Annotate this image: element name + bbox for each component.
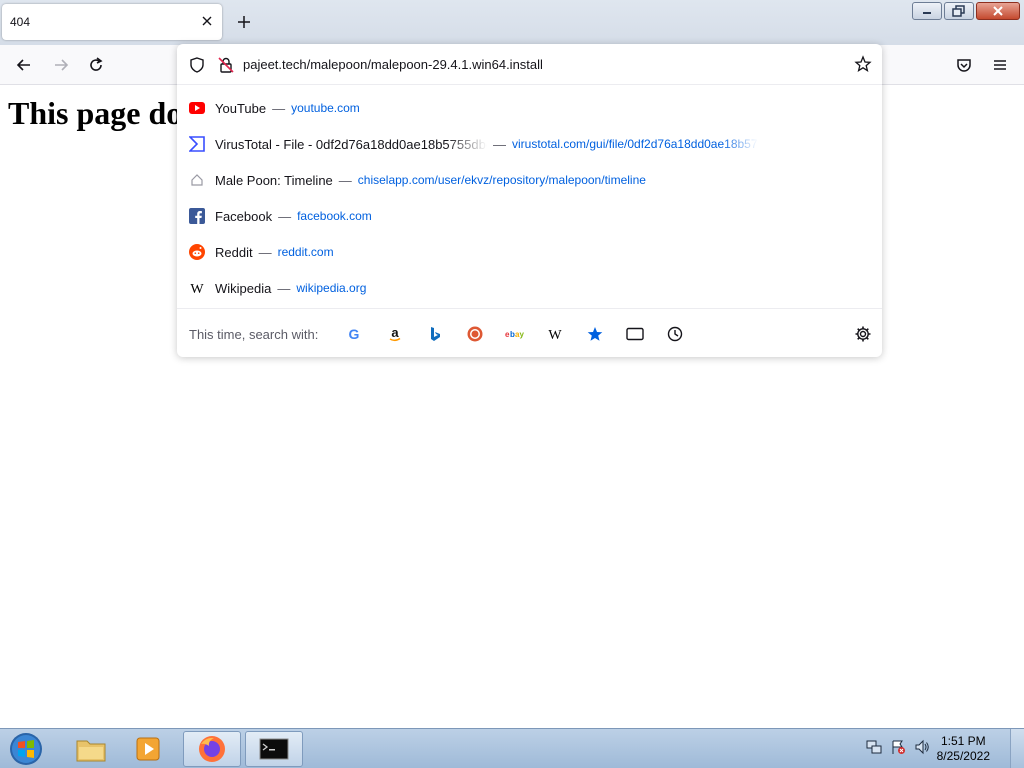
network-icon[interactable] — [866, 739, 882, 755]
suggestion-url: reddit.com — [277, 245, 334, 259]
svg-text:W: W — [548, 328, 562, 342]
suggestion-separator: — — [338, 172, 352, 188]
url-input[interactable]: pajeet.tech/malepoon/malepoon-29.4.1.win… — [243, 57, 543, 72]
virustotal-icon — [189, 136, 205, 152]
suggestion-list: YouTube — youtube.com VirusTotal - File … — [177, 90, 882, 306]
bookmark-star-icon[interactable] — [854, 55, 872, 73]
system-clock[interactable]: 1:51 PM 8/25/2022 — [937, 734, 990, 764]
back-icon[interactable] — [15, 56, 33, 74]
suggestion-title: Facebook — [215, 208, 273, 224]
insecure-lock-icon[interactable] — [217, 56, 235, 74]
suggestion-separator: — — [493, 136, 506, 152]
suggestion-url: youtube.com — [291, 101, 360, 115]
firefox-icon — [199, 736, 225, 762]
suggestion-title: Male Poon: Timeline — [215, 172, 333, 188]
suggestion-url: chiselapp.com/user/ekvz/repository/malep… — [357, 173, 646, 187]
action-center-flag-icon[interactable] — [890, 739, 906, 755]
folder-icon — [76, 740, 106, 762]
taskbar-media-player[interactable] — [120, 731, 178, 767]
svg-text:G: G — [349, 326, 360, 342]
svg-text:y: y — [520, 330, 525, 339]
suggestion-separator: — — [278, 208, 292, 224]
wikipedia-search-icon[interactable]: W — [545, 324, 565, 344]
suggestion-malepoon-timeline[interactable]: Male Poon: Timeline — chiselapp.com/user… — [177, 162, 882, 198]
close-window-button[interactable] — [976, 2, 1020, 20]
suggestion-title: VirusTotal - File - 0df2d76a18dd0ae18b57… — [215, 136, 487, 152]
tab-404[interactable]: 404 — [2, 4, 222, 40]
taskbar-explorer[interactable] — [62, 731, 120, 767]
suggestion-title: YouTube — [215, 100, 267, 116]
tracking-protection-icon[interactable] — [188, 56, 206, 74]
windows-logo-icon — [10, 733, 42, 765]
bing-icon[interactable] — [425, 324, 445, 344]
suggestion-url: facebook.com — [297, 209, 372, 223]
suggestion-separator: — — [277, 280, 291, 296]
reload-icon[interactable] — [87, 56, 105, 74]
bookmarks-star-icon[interactable] — [585, 324, 605, 344]
tab-strip: 404 — [0, 0, 1024, 45]
suggestion-title: Reddit — [215, 244, 253, 260]
history-icon[interactable] — [665, 324, 685, 344]
start-button[interactable] — [6, 732, 46, 766]
command-prompt-icon — [259, 738, 289, 760]
svg-text:a: a — [391, 326, 399, 340]
suggestion-virustotal[interactable]: VirusTotal - File - 0df2d76a18dd0ae18b57… — [177, 126, 882, 162]
pocket-icon[interactable] — [955, 56, 973, 74]
youtube-icon — [189, 100, 205, 116]
clock-time: 1:51 PM — [940, 734, 986, 748]
desktop: 404 This page do pajeet.tech/malepoon/ma… — [0, 0, 1024, 768]
urlbar-dropdown: pajeet.tech/malepoon/malepoon-29.4.1.win… — [177, 44, 882, 357]
forward-icon[interactable] — [52, 56, 70, 74]
tabs-icon[interactable] — [625, 324, 645, 344]
facebook-icon — [189, 208, 205, 224]
suggestion-youtube[interactable]: YouTube — youtube.com — [177, 90, 882, 126]
menu-icon[interactable] — [991, 56, 1009, 74]
suggestion-title: Wikipedia — [215, 280, 272, 296]
minimize-button[interactable] — [912, 2, 942, 20]
minimize-icon — [923, 12, 931, 14]
wikipedia-icon: W — [189, 280, 205, 296]
amazon-icon[interactable]: a — [385, 324, 405, 344]
ebay-icon[interactable]: ebay — [505, 324, 525, 344]
chisel-icon — [189, 172, 205, 188]
suggestion-facebook[interactable]: Facebook — facebook.com — [177, 198, 882, 234]
show-desktop-button[interactable] — [1010, 729, 1024, 768]
taskbar-firefox[interactable] — [183, 731, 241, 767]
suggestion-url: virustotal.com/gui/file/0df2d76a18dd0ae1… — [512, 137, 758, 151]
page-heading: This page do — [8, 95, 183, 131]
media-player-icon — [136, 737, 160, 761]
clock-date: 8/25/2022 — [936, 749, 990, 763]
restore-button[interactable] — [944, 2, 974, 20]
close-tab-icon[interactable] — [200, 14, 214, 28]
one-off-search-bar: This time, search with: G a ebay W — [177, 308, 882, 357]
suggestion-separator: — — [272, 100, 286, 116]
taskbar: 1:51 PM 8/25/2022 — [0, 728, 1024, 768]
suggestion-url: wikipedia.org — [296, 281, 367, 295]
suggestion-reddit[interactable]: Reddit — reddit.com — [177, 234, 882, 270]
google-icon[interactable]: G — [344, 324, 364, 344]
urlbar[interactable]: pajeet.tech/malepoon/malepoon-29.4.1.win… — [177, 44, 882, 85]
duckduckgo-icon[interactable] — [465, 324, 485, 344]
close-window-icon — [993, 6, 1003, 16]
suggestion-wikipedia[interactable]: W Wikipedia — wikipedia.org — [177, 270, 882, 306]
new-tab-icon[interactable] — [236, 14, 252, 30]
reddit-icon — [189, 244, 205, 260]
window-controls — [912, 2, 1020, 20]
taskbar-command-prompt[interactable] — [245, 731, 303, 767]
svg-text:W: W — [190, 282, 204, 296]
search-settings-gear-icon[interactable] — [853, 324, 873, 344]
tab-title: 404 — [10, 15, 31, 29]
restore-icon — [952, 5, 965, 17]
volume-icon[interactable] — [914, 739, 930, 755]
one-off-label: This time, search with: — [189, 327, 319, 342]
suggestion-separator: — — [258, 244, 272, 260]
